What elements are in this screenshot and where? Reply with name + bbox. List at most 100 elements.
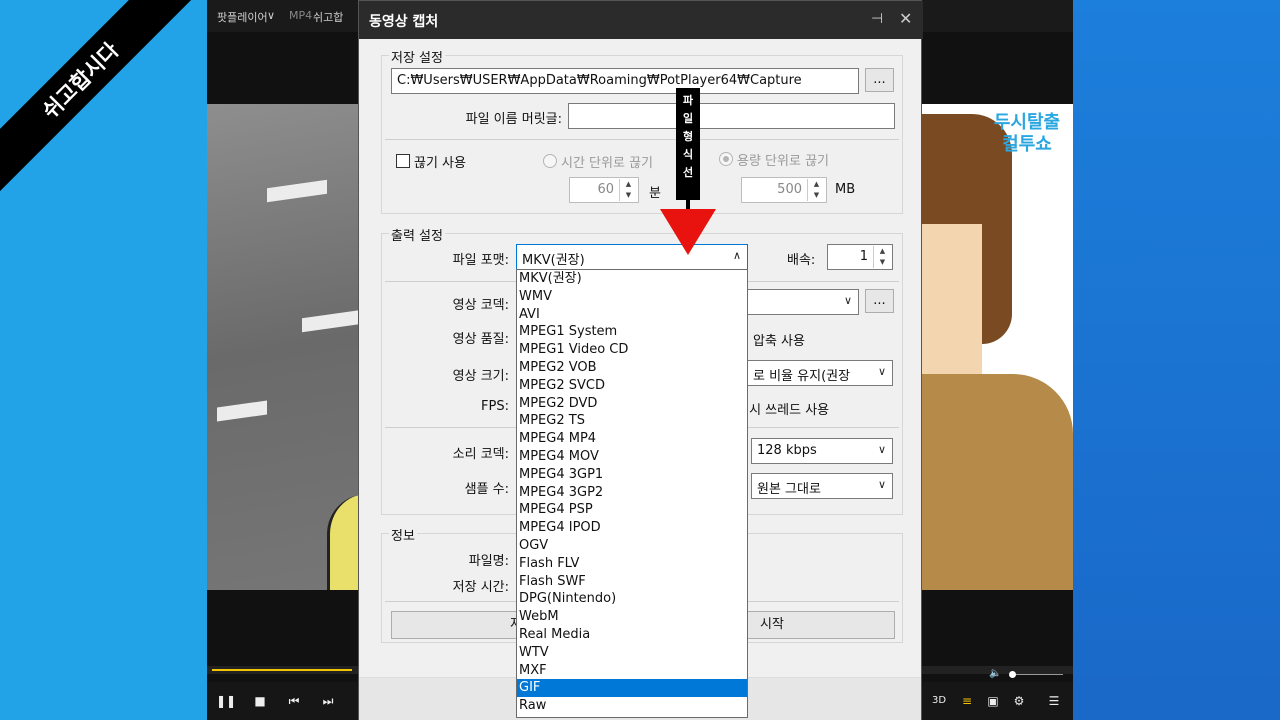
video-frame-left — [207, 104, 359, 590]
next-icon[interactable]: ⏭ — [314, 690, 342, 712]
save-path-field[interactable]: C:₩Users₩USER₩AppData₩Roaming₩PotPlayer6… — [391, 68, 859, 94]
previous-icon[interactable]: ⏮ — [280, 690, 308, 712]
info-label: 정보 — [389, 525, 417, 544]
video-size-value: 로 비율 유지(권장 — [753, 369, 851, 384]
dropdown-option[interactable]: AVI — [517, 306, 747, 324]
dialog-title: 동영상 캡처 — [369, 14, 439, 30]
split-size-value: 500 — [777, 182, 802, 197]
stepper-arrows-icon[interactable]: ▲ ▼ — [873, 246, 891, 268]
dropdown-option[interactable]: MXF — [517, 662, 747, 680]
annotation-char: 파 — [682, 94, 694, 107]
dropdown-option[interactable]: MPEG4 3GP2 — [517, 484, 747, 502]
chevron-up-icon: ∧ — [732, 249, 741, 262]
filename-prefix-input[interactable] — [568, 103, 895, 129]
dropdown-option[interactable]: MPEG1 System — [517, 323, 747, 341]
chevron-down-icon[interactable]: ∨ — [267, 9, 275, 22]
video-codec-select[interactable]: ∨ — [747, 289, 859, 315]
browse-button[interactable]: ... — [865, 68, 894, 92]
dropdown-option[interactable]: MPEG4 PSP — [517, 501, 747, 519]
split-size-label: 용량 단위로 끊기 — [737, 154, 829, 169]
chevron-down-icon: ∨ — [877, 478, 886, 491]
dropdown-option[interactable]: MPEG4 3GP1 — [517, 466, 747, 484]
video-codec-label: 영상 코덱: — [452, 298, 509, 313]
menu-icon[interactable]: ☰ — [1040, 690, 1068, 712]
video-frame-right: 두시탈출 컬투쇼 — [922, 104, 1073, 590]
3d-icon[interactable]: 3D — [925, 690, 953, 712]
dropdown-option[interactable]: MPEG2 DVD — [517, 395, 747, 413]
dropdown-option[interactable]: MPEG4 IPOD — [517, 519, 747, 537]
dropdown-option[interactable]: GIF — [517, 679, 747, 698]
annotation-char: 형 — [682, 130, 694, 143]
cartoon-face — [922, 224, 982, 374]
volume-knob[interactable] — [1009, 671, 1016, 678]
dropdown-option[interactable]: WTV — [517, 644, 747, 662]
stepper-arrows-icon[interactable]: ▲ ▼ — [807, 179, 825, 201]
split-time-label: 시간 단위로 끊기 — [561, 156, 653, 171]
dropdown-option[interactable]: Flash FLV — [517, 555, 747, 573]
split-time-value: 60 — [597, 182, 614, 197]
split-size-radio[interactable] — [719, 152, 733, 166]
player-file-title: 쉬고합 — [313, 11, 344, 24]
pin-icon[interactable]: ⊣ — [871, 11, 883, 27]
start-button[interactable]: 시작 — [737, 611, 895, 639]
file-format-value: MKV(권장) — [522, 253, 585, 268]
dropdown-option[interactable]: DPG(Nintendo) — [517, 590, 747, 608]
video-size-label: 영상 크기: — [452, 369, 509, 384]
dropdown-option[interactable]: OGV — [517, 537, 747, 555]
pause-icon[interactable]: ❚❚ — [212, 690, 240, 712]
dropdown-option[interactable]: WebM — [517, 608, 747, 626]
desktop-background-right — [1073, 0, 1280, 720]
corner-banner: 쉬고합시다 — [0, 0, 202, 202]
chevron-down-icon: ∨ — [877, 443, 886, 456]
dropdown-option[interactable]: WMV — [517, 288, 747, 306]
capture-icon[interactable]: ▣ — [979, 690, 1007, 712]
file-format-dropdown-list[interactable]: MKV(권장) WMV AVI MPEG1 System MPEG1 Video CD M… — [516, 269, 748, 718]
ceiling-light — [302, 309, 359, 333]
dropdown-option[interactable]: MPEG2 VOB — [517, 359, 747, 377]
video-quality-label: 영상 품질: — [452, 332, 509, 347]
volume-track — [1013, 674, 1063, 675]
seek-progress — [212, 669, 352, 671]
dropdown-option[interactable]: Raw — [517, 697, 747, 715]
annotation-char: 선 — [682, 166, 694, 179]
dropdown-option[interactable]: Real Media — [517, 626, 747, 644]
playlist-search-icon[interactable]: ≡ — [953, 690, 981, 712]
dropdown-option[interactable]: MPEG4 MOV — [517, 448, 747, 466]
split-label: 끊기 사용 — [414, 156, 466, 171]
dropdown-option[interactable]: Flash SWF — [517, 573, 747, 591]
fps-label: FPS: — [481, 399, 509, 414]
dropdown-option[interactable]: MPEG1 Video CD — [517, 341, 747, 359]
player-app-menu[interactable]: 팟플레이어 — [217, 9, 268, 25]
dropdown-option[interactable]: MPEG2 SVCD — [517, 377, 747, 395]
dropdown-option[interactable]: MPEG2 TS — [517, 412, 747, 430]
sample-rate-select[interactable]: 원본 그대로 ∨ — [751, 473, 893, 499]
info-time-label: 저장 시간: — [452, 580, 509, 595]
audio-codec-select[interactable]: 128 kbps ∨ — [751, 438, 893, 464]
compress-label: 압축 사용 — [753, 334, 805, 349]
stepper-arrows-icon[interactable]: ▲ ▼ — [619, 179, 637, 201]
annotation-char: 식 — [682, 148, 694, 161]
split-checkbox[interactable] — [396, 154, 410, 168]
annotation-label: 파일형식선 — [676, 88, 700, 200]
show-logo: 두시탈출 컬투쇼 — [993, 112, 1061, 155]
sample-rate-value: 원본 그대로 — [757, 482, 821, 497]
annotation-arrow-icon — [660, 209, 716, 255]
annotation-char: 일 — [682, 112, 694, 125]
gear-icon[interactable]: ⚙ — [1005, 690, 1033, 712]
volume-control[interactable]: 🔈 — [989, 668, 1073, 680]
video-codec-settings-button[interactable]: ... — [865, 289, 894, 313]
ceiling-light — [217, 400, 267, 422]
filename-prefix-label: 파일 이름 머릿글: — [465, 112, 562, 127]
split-time-radio[interactable] — [543, 154, 557, 168]
video-size-select[interactable]: 로 비율 유지(권장 ∨ — [747, 360, 893, 386]
speed-stepper[interactable]: 1 ▲ ▼ — [827, 244, 893, 270]
split-size-stepper[interactable]: 500 ▲ ▼ — [741, 177, 827, 203]
stop-icon[interactable]: ■ — [246, 690, 274, 712]
dropdown-option[interactable]: MKV(권장) — [517, 270, 747, 288]
sample-rate-label: 샘플 수: — [464, 482, 509, 497]
dialog-title-bar: 동영상 캡처 ⊣ ✕ — [359, 1, 923, 39]
close-icon[interactable]: ✕ — [899, 9, 912, 28]
split-time-unit: 분 — [649, 186, 661, 201]
split-time-stepper[interactable]: 60 ▲ ▼ — [569, 177, 639, 203]
dropdown-option[interactable]: MPEG4 MP4 — [517, 430, 747, 448]
